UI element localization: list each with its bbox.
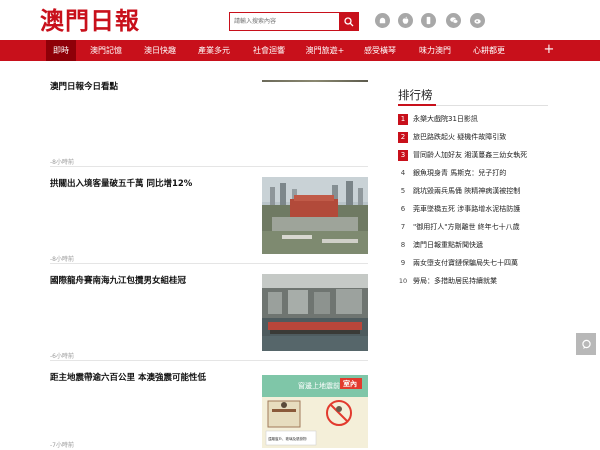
ranking-item[interactable]: 7 "御用打人"方剛離世 終年七十八歲 <box>398 221 520 233</box>
poster-badge: 室內 <box>343 379 357 388</box>
ranking-item[interactable]: 10 勞局：多措助居民持續就業 <box>398 275 497 287</box>
chat-icon <box>581 339 591 349</box>
ranking-number: 2 <box>398 131 408 143</box>
android-icon[interactable] <box>375 13 390 28</box>
article-item: 澳門日報今日看點 -8小時前 <box>50 80 368 166</box>
floating-feedback-button[interactable] <box>576 333 596 355</box>
ranking-number: 3 <box>398 149 408 161</box>
ranking-item[interactable]: 3 冒同齡人加好友 湘漢蔓姦三幼女執死 <box>398 149 527 161</box>
ranking-text: 冒同齡人加好友 湘漢蔓姦三幼女執死 <box>413 151 528 159</box>
ranking-text: "御用打人"方剛離世 終年七十八歲 <box>413 223 520 231</box>
article-title[interactable]: 澳門日報今日看點 <box>50 80 118 92</box>
ranking-number: 7 <box>400 222 406 231</box>
main-nav: 即時 澳門記憶 澳日快趣 產業多元 社會迴響 澳門旅遊+ 感受橫琴 味力澳門 心… <box>0 40 600 61</box>
ranking-text: 永樂大戲院31日影訊 <box>413 115 478 123</box>
nav-item-society[interactable]: 社會迴響 <box>247 40 291 61</box>
ranking-text: 跳坑毀兩兵馬俑 陝精神病漢被控制 <box>413 187 521 195</box>
ranking-text: 旅巴路跌起火 疑機件故障引致 <box>413 133 507 141</box>
ranking-text: 勞局：多措助居民持續就業 <box>413 277 497 285</box>
site-header: 澳門日報 <box>0 0 600 40</box>
nav-item-renewal[interactable]: 心耕都更 <box>467 40 511 61</box>
nav-item-hengqin[interactable]: 感受橫琴 <box>358 40 402 61</box>
nav-more-button[interactable]: + <box>540 40 558 61</box>
ranking-underline-accent <box>398 104 436 106</box>
ranking-item[interactable]: 2 旅巴路跌起火 疑機件故障引致 <box>398 131 506 143</box>
ranking-text: 莞車墜橋五死 涉事路增水泥桔防護 <box>413 205 521 213</box>
ranking-text: 銀魚現身青 馬斯克：兒子打的 <box>413 169 507 177</box>
divider <box>50 166 368 167</box>
ranking-number: 4 <box>400 168 406 177</box>
nav-item-daily-fun[interactable]: 澳日快趣 <box>138 40 182 61</box>
article-time: -8小時前 <box>50 159 74 166</box>
ranking-text: 澳門日報重點新聞快遞 <box>413 241 483 249</box>
ranking-title: 排行榜 <box>398 88 433 102</box>
ranking-number: 10 <box>398 276 408 285</box>
poster-header: 窗邊上地震前 <box>298 381 340 390</box>
poster-caption: 遠離窗戶、玻璃及懸掛物 <box>268 436 307 441</box>
nav-item-instant[interactable]: 即時 <box>46 40 76 61</box>
weibo-icon[interactable] <box>470 13 485 28</box>
apple-icon[interactable] <box>398 13 413 28</box>
nav-item-flavor[interactable]: 味力澳門 <box>413 40 457 61</box>
article-item: 國際龍舟賽南海九江包攬男女組桂冠 -6小時前 <box>50 274 368 360</box>
mobile-icon[interactable] <box>421 13 436 28</box>
divider <box>50 263 368 264</box>
nav-item-industry[interactable]: 產業多元 <box>192 40 236 61</box>
ranking-number: 6 <box>400 204 406 213</box>
article-title[interactable]: 國際龍舟賽南海九江包攬男女組桂冠 <box>50 274 186 286</box>
article-title[interactable]: 距主地震帶逾六百公里 本澳強震可能性低 <box>50 371 206 383</box>
ranking-number: 5 <box>400 186 406 195</box>
article-time: -6小時前 <box>50 353 74 360</box>
ranking-number: 8 <box>400 240 406 249</box>
search-button[interactable] <box>339 13 358 30</box>
article-time: -7小時前 <box>50 442 74 449</box>
ranking-item[interactable]: 4 銀魚現身青 馬斯克：兒子打的 <box>398 167 506 179</box>
ranking-number: 1 <box>398 113 408 125</box>
ranking-item[interactable]: 6 莞車墜橋五死 涉事路增水泥桔防護 <box>398 203 520 215</box>
search-box <box>229 12 359 31</box>
article-time: -8小時前 <box>50 256 74 263</box>
article-thumbnail-border-crossing[interactable] <box>262 177 368 254</box>
search-icon <box>343 16 353 26</box>
search-input[interactable] <box>230 13 339 30</box>
ranking-item[interactable]: 9 兩女墮支付寶鏈保騙局失七十四萬 <box>398 257 518 269</box>
article-item: 距主地震帶逾六百公里 本澳強震可能性低 窗邊上地震前 室內 遠離窗戶、玻璃及懸掛… <box>50 371 368 449</box>
article-item: 拱關出入境客量破五千萬 同比增12% -8小時前 <box>50 177 368 263</box>
article-thumbnail-dragon-boat[interactable] <box>262 274 368 351</box>
article-title[interactable]: 拱關出入境客量破五千萬 同比增12% <box>50 177 192 189</box>
ranking-item[interactable]: 5 跳坑毀兩兵馬俑 陝精神病漢被控制 <box>398 185 520 197</box>
nav-item-memory[interactable]: 澳門記憶 <box>84 40 128 61</box>
divider <box>50 360 368 361</box>
article-thumbnail-earthquake-poster[interactable]: 窗邊上地震前 室內 遠離窗戶、玻璃及懸掛物 <box>262 375 368 448</box>
ranking-item[interactable]: 8 澳門日報重點新聞快遞 <box>398 239 483 251</box>
ranking-text: 兩女墮支付寶鏈保騙局失七十四萬 <box>413 259 518 267</box>
site-logo[interactable]: 澳門日報 <box>40 7 140 35</box>
ranking-item[interactable]: 1 永樂大戲院31日影訊 <box>398 113 478 125</box>
wechat-icon[interactable] <box>446 13 461 28</box>
nav-item-tourism[interactable]: 澳門旅遊+ <box>300 40 350 61</box>
ranking-number: 9 <box>400 258 406 267</box>
